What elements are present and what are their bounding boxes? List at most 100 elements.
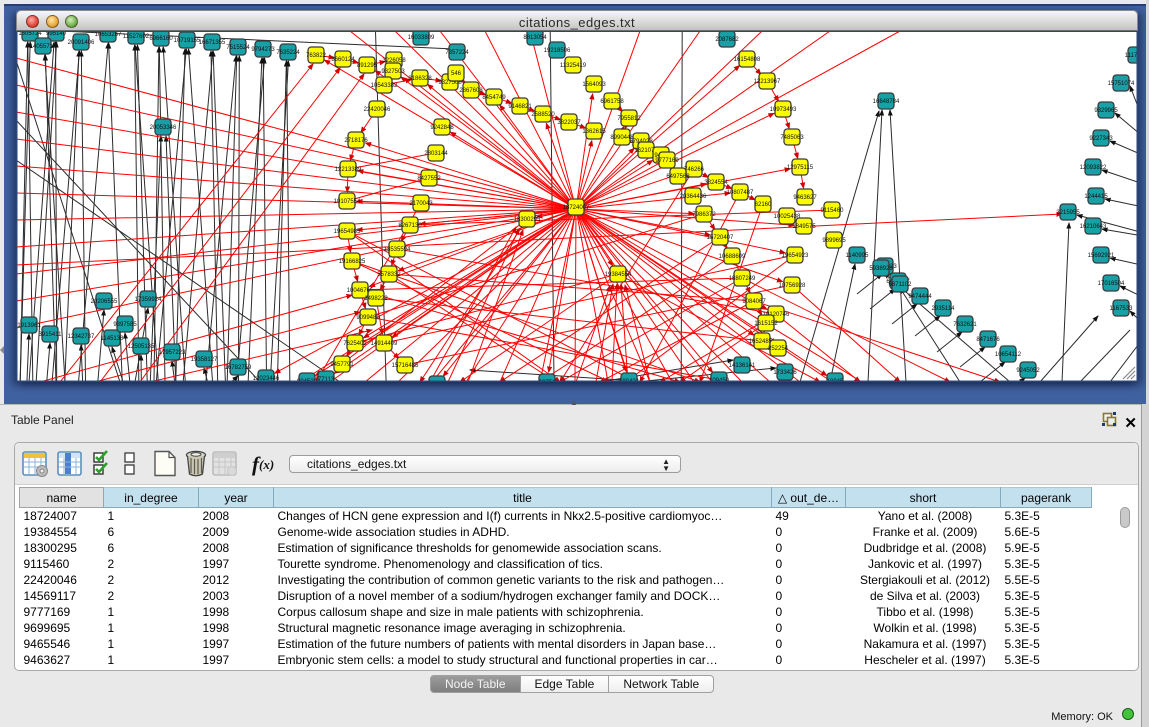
- svg-text:19218506: 19218506: [544, 48, 571, 54]
- svg-text:8427552: 8427552: [417, 176, 441, 182]
- svg-text:10688609: 10688609: [719, 254, 746, 260]
- svg-text:1244415: 1244415: [1084, 194, 1108, 200]
- svg-text:7515524: 7515524: [226, 45, 250, 51]
- svg-text:9146821: 9146821: [508, 104, 532, 110]
- svg-text:11527602: 11527602: [123, 34, 150, 40]
- svg-text:19384554: 19384554: [605, 272, 632, 278]
- svg-text:9899695: 9899695: [822, 238, 846, 244]
- svg-text:16782759: 16782759: [225, 365, 252, 371]
- svg-text:7986372: 7986372: [692, 212, 716, 218]
- svg-text:14055714: 14055714: [30, 44, 57, 50]
- svg-text:3822037: 3822037: [557, 120, 581, 126]
- svg-text:7955812: 7955812: [617, 116, 641, 122]
- svg-text:8471676: 8471676: [976, 337, 1000, 343]
- svg-text:891295: 891295: [357, 63, 378, 69]
- svg-text:2803144: 2803144: [424, 151, 448, 157]
- svg-text:20364436: 20364436: [680, 194, 707, 200]
- svg-text:12093822: 12093822: [1080, 165, 1107, 171]
- svg-text:8454749: 8454749: [482, 95, 506, 101]
- svg-text:12213389: 12213389: [335, 167, 362, 173]
- svg-text:9099489: 9099489: [356, 315, 380, 321]
- svg-text:17957223: 17957223: [159, 350, 186, 356]
- svg-text:2087682: 2087682: [715, 37, 739, 43]
- svg-text:9794273: 9794273: [251, 47, 275, 53]
- svg-text:20206555: 20206555: [91, 299, 118, 305]
- svg-text:252254: 252254: [768, 346, 789, 352]
- svg-text:9115460: 9115460: [821, 208, 845, 214]
- svg-text:6497568: 6497568: [666, 174, 690, 180]
- svg-text:15716485: 15716485: [392, 363, 419, 369]
- svg-text:2935114: 2935114: [932, 306, 956, 312]
- svg-text:(x): (x): [259, 457, 274, 472]
- svg-text:15751074: 15751074: [1108, 81, 1135, 87]
- svg-text:1140995: 1140995: [846, 253, 870, 259]
- svg-text:1849575: 1849575: [792, 224, 816, 230]
- svg-text:7632621: 7632621: [953, 322, 977, 328]
- svg-text:9457791: 9457791: [330, 362, 354, 368]
- svg-text:11325419: 11325419: [560, 63, 587, 69]
- svg-text:17359924: 17359924: [135, 297, 162, 303]
- svg-text:8813054: 8813054: [523, 35, 547, 41]
- svg-text:14136141: 14136141: [729, 363, 756, 369]
- svg-text:1498222: 1498222: [364, 296, 388, 302]
- svg-text:20053346: 20053346: [150, 125, 177, 131]
- svg-text:10107554: 10107554: [334, 199, 361, 205]
- svg-text:1145138: 1145138: [101, 336, 125, 342]
- svg-text:22420046: 22420046: [364, 107, 391, 113]
- svg-text:14914409: 14914409: [371, 341, 398, 347]
- svg-text:16033809: 16033809: [408, 35, 435, 41]
- svg-text:16648784: 16648784: [873, 99, 900, 105]
- svg-text:15720407: 15720407: [707, 235, 734, 241]
- svg-text:9397585: 9397585: [113, 322, 137, 328]
- svg-text:12975115: 12975115: [787, 165, 814, 171]
- svg-text:3215955: 3215955: [1056, 210, 1080, 216]
- svg-text:12505135: 12505135: [128, 344, 155, 350]
- svg-text:2718176: 2718176: [344, 138, 368, 144]
- svg-text:10973493: 10973493: [770, 107, 797, 113]
- svg-text:1117353: 1117353: [1125, 53, 1138, 59]
- svg-text:16154808: 16154808: [734, 57, 761, 63]
- svg-text:9474444: 9474444: [908, 294, 932, 300]
- svg-text:1564093: 1564093: [582, 82, 606, 88]
- svg-text:62160: 62160: [755, 202, 772, 208]
- svg-text:19654923: 19654923: [782, 253, 809, 259]
- svg-text:763822: 763822: [306, 53, 327, 59]
- svg-text:8186328: 8186328: [408, 76, 432, 82]
- svg-text:18807249: 18807249: [729, 276, 756, 282]
- svg-text:6871102: 6871102: [889, 282, 913, 288]
- svg-text:7625402: 7625402: [343, 341, 367, 347]
- svg-text:1362615: 1362615: [582, 129, 606, 135]
- svg-text:1167533: 1167533: [1110, 306, 1134, 312]
- svg-text:546: 546: [451, 71, 462, 77]
- svg-text:15692921: 15692921: [1088, 253, 1115, 259]
- svg-text:6966160: 6966160: [149, 36, 173, 42]
- svg-text:9084067: 9084067: [742, 299, 766, 305]
- svg-text:19166825: 19166825: [339, 259, 366, 265]
- svg-text:3915411: 3915411: [39, 332, 63, 338]
- svg-text:746266: 746266: [684, 167, 705, 173]
- svg-text:19654985: 19654985: [334, 229, 361, 235]
- svg-text:2170043: 2170043: [409, 201, 433, 207]
- svg-text:5578332: 5578332: [377, 272, 401, 278]
- svg-text:10543382: 10543382: [371, 83, 398, 89]
- svg-text:18300295: 18300295: [514, 217, 541, 223]
- svg-text:2867608: 2867608: [459, 88, 483, 94]
- svg-text:20091406: 20091406: [68, 40, 95, 46]
- svg-text:9227343: 9227343: [1089, 136, 1113, 142]
- svg-text:12213967: 12213967: [754, 79, 781, 85]
- svg-text:7485063: 7485063: [780, 135, 804, 141]
- svg-text:9242848: 9242848: [430, 125, 454, 131]
- svg-text:9245052: 9245052: [1016, 368, 1040, 374]
- svg-text:16210643: 16210643: [1080, 224, 1107, 230]
- svg-text:1615152: 1615152: [754, 321, 778, 327]
- svg-text:9327503: 9327503: [381, 69, 405, 75]
- svg-text:17016504: 17016504: [1098, 281, 1125, 287]
- svg-text:1733426: 1733426: [773, 370, 797, 376]
- svg-text:19358127: 19358127: [191, 357, 218, 363]
- svg-text:18724007: 18724007: [563, 205, 590, 211]
- svg-text:9329965: 9329965: [1094, 108, 1118, 114]
- svg-text:7635224: 7635224: [276, 50, 300, 56]
- svg-text:8267130: 8267130: [398, 223, 422, 229]
- svg-text:12342737: 12342737: [68, 334, 95, 340]
- svg-text:6961758: 6961758: [600, 99, 624, 105]
